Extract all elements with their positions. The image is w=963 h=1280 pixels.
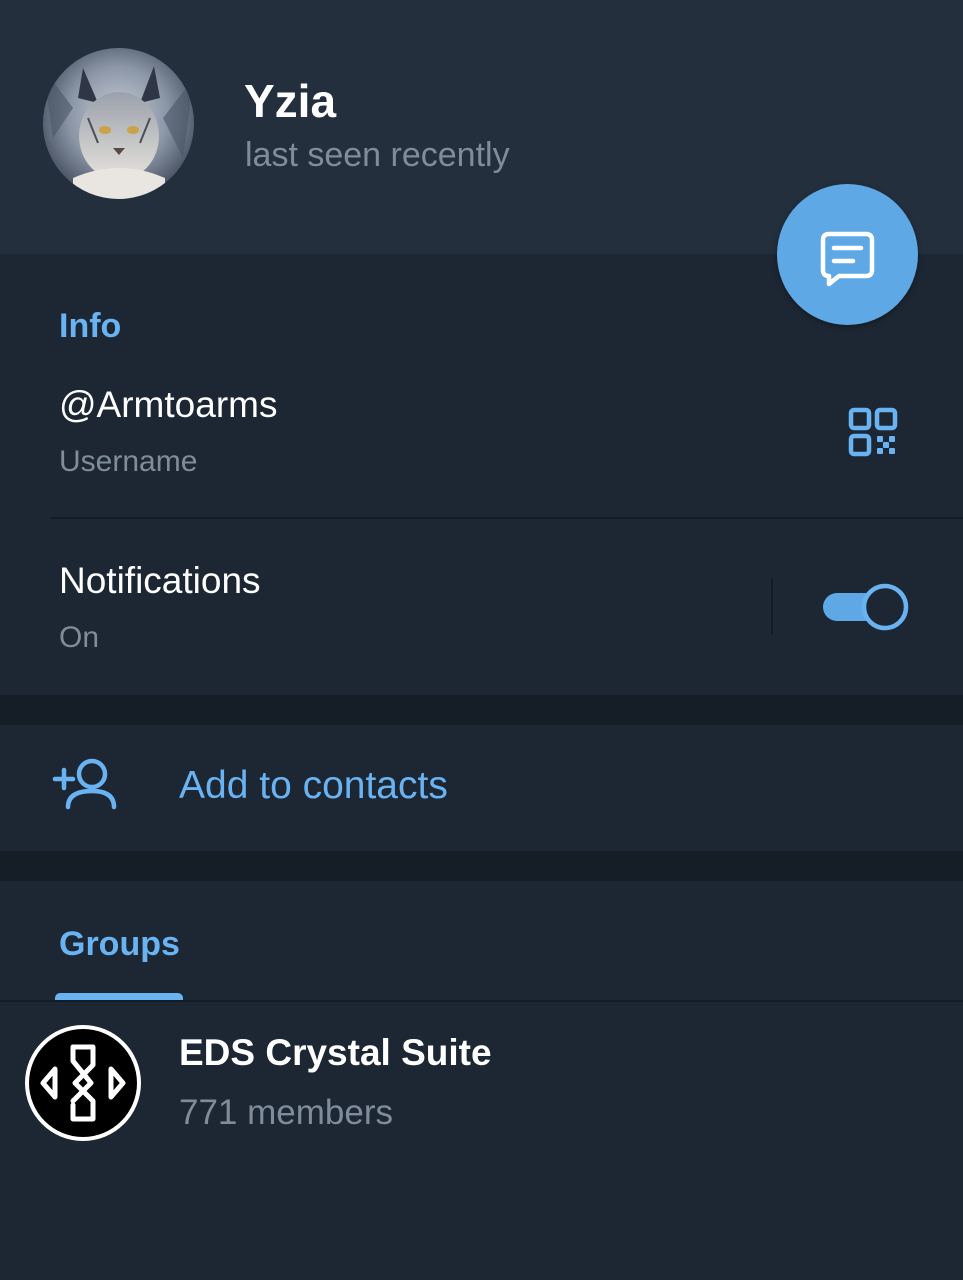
qr-code-button[interactable] xyxy=(843,402,903,462)
notifications-vertical-divider xyxy=(771,578,773,634)
lynx-avatar-image xyxy=(43,48,194,199)
username-label: Username xyxy=(59,445,198,478)
profile-avatar[interactable] xyxy=(43,48,194,199)
section-gap xyxy=(0,695,963,725)
notifications-state: On xyxy=(59,621,100,654)
notifications-toggle[interactable] xyxy=(819,578,913,636)
profile-name: Yzia xyxy=(244,75,337,127)
message-button[interactable] xyxy=(777,184,918,325)
info-divider xyxy=(51,517,963,519)
add-to-contacts-label[interactable]: Add to contacts xyxy=(179,763,448,809)
info-section-title: Info xyxy=(59,307,122,345)
tab-groups[interactable]: Groups xyxy=(59,924,180,964)
message-icon xyxy=(820,231,875,287)
group-members: 771 members xyxy=(179,1093,393,1132)
username-value[interactable]: @Armtoarms xyxy=(59,383,277,427)
add-user-icon xyxy=(50,755,120,815)
group-list-item[interactable] xyxy=(0,1002,963,1162)
section-gap xyxy=(0,851,963,881)
group-avatar xyxy=(25,1025,141,1141)
group-name: EDS Crystal Suite xyxy=(179,1032,492,1073)
qr-code-icon xyxy=(848,407,898,457)
notifications-label[interactable]: Notifications xyxy=(59,559,261,603)
eds-logo-icon xyxy=(29,1029,137,1137)
add-to-contacts-row[interactable] xyxy=(0,725,963,851)
profile-status: last seen recently xyxy=(245,136,510,174)
